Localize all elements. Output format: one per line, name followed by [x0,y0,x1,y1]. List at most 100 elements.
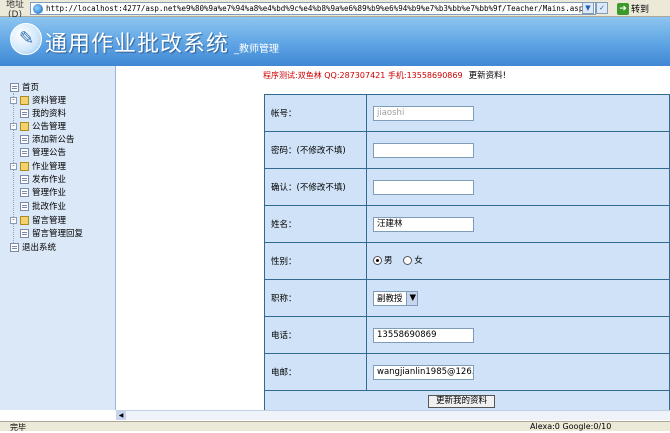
update-my-profile-button[interactable]: 更新我的资料 [428,395,496,408]
confirm-password-field[interactable] [373,179,474,195]
sidebar-item-home[interactable]: 首页 [10,81,39,93]
sidebar-item-publish-homework[interactable]: 发布作业 [20,173,66,185]
page-icon [20,134,29,144]
compat-icon[interactable]: ✓ [596,2,608,14]
sidebar-group-messages[interactable]: - 留言管理 [10,214,66,226]
page-icon [20,187,29,197]
folder-icon [20,215,29,225]
form-row-gender: 性别： 男 女 [264,242,670,280]
sidebar-item-grade-homework[interactable]: 批改作业 [20,200,66,212]
collapse-icon[interactable]: - [10,162,17,170]
address-bar: 地址(D) http://localhost:4277/asp.net%e9%8… [0,0,670,20]
content-frame: 程序测试:双鱼林 QQ:287307421 手机:13558690869 更新资… [256,66,670,410]
url-field[interactable]: http://localhost:4277/asp.net%e9%80%9a%e… [30,2,596,15]
form-row-confirm: 确认：(不修改不填) [264,168,670,206]
phone-field[interactable]: 13558690869 [373,327,474,343]
submit-row: 更新我的资料 [264,391,670,410]
sidebar-item-label: 留言管理 [32,216,67,226]
folder-icon [20,161,29,171]
title-label: 职称： [264,279,367,317]
contact-info: 程序测试:双鱼林 QQ:287307421 手机:13558690869 [263,70,463,80]
gender-female-label: 女 [414,256,423,267]
phone-label: 电话： [264,316,367,354]
sidebar-item-label: 资料管理 [32,96,67,106]
status-bar: 完毕 Alexa:0 Google:0/10 [0,421,670,432]
update-profile-link[interactable]: 更新资料! [469,69,506,81]
status-text: 完毕 [10,423,26,432]
radio-checked-icon [373,255,382,265]
sidebar-item-label: 批改作业 [32,202,67,212]
sidebar-group-homework[interactable]: - 作业管理 [10,160,66,172]
page-icon [20,147,29,157]
sidebar-item-label: 我的资料 [32,109,67,119]
title-select[interactable]: 副教授 ▼ [373,290,418,306]
radio-unchecked-icon [403,255,413,265]
sidebar-group-notices[interactable]: - 公告管理 [10,120,66,132]
go-label: 转到 [631,5,650,15]
folder-icon [20,121,29,131]
sidebar-item-label: 留言管理回复 [32,229,84,239]
sidebar-item-label: 添加新公告 [32,135,75,145]
account-field[interactable]: jiaoshi [373,105,474,121]
sidebar-item-manage-notices[interactable]: 管理公告 [20,146,66,158]
sidebar-group-profile[interactable]: - 资料管理 [10,94,66,106]
app-title: 通用作业批改系统 [45,32,230,57]
ie-page-icon [33,3,43,14]
go-arrow-icon: ➜ [617,2,629,15]
name-label: 姓名： [264,205,367,243]
info-line: 程序测试:双鱼林 QQ:287307421 手机:13558690869 更新资… [263,69,506,82]
gender-female-radio[interactable]: 女 [403,254,423,266]
go-button[interactable]: ➜ 转到 [617,1,649,16]
sidebar-item-logout[interactable]: 退出系统 [10,241,56,253]
dropdown-arrow-icon[interactable]: ▼ [582,2,594,14]
sidebar-item-label: 公告管理 [32,122,67,132]
gender-label: 性别： [264,242,367,280]
collapse-icon[interactable]: - [10,96,17,104]
form-row-account: 帐号： jiaoshi [264,94,670,132]
folder-icon [20,95,29,105]
logo-icon: ✎ [10,23,42,55]
sidebar-item-my-profile[interactable]: 我的资料 [20,107,66,119]
page-icon [20,174,29,184]
sidebar-item-label: 发布作业 [32,175,67,185]
page-icon [20,228,29,238]
account-label: 帐号： [264,94,367,132]
form-row-password: 密码：(不修改不填) [264,131,670,169]
status-ranking: Alexa:0 Google:0/10 [530,422,612,431]
profile-form: 帐号： jiaoshi 密码：(不修改不填) 确认：(不修改不填) 姓名： 汪建… [264,94,670,391]
scroll-left-icon[interactable]: ◀ [116,411,126,420]
sidebar-item-label: 首页 [22,83,40,93]
sidebar-item-label: 退出系统 [22,243,57,253]
page-icon [20,108,29,118]
sidebar-item-add-notice[interactable]: 添加新公告 [20,133,75,145]
form-row-phone: 电话： 13558690869 [264,316,670,354]
confirm-label: 确认：(不修改不填) [264,168,367,206]
page-icon [10,82,19,92]
email-label: 电邮： [264,353,367,391]
frame-gap [116,66,256,410]
title-selected-value: 副教授 [377,294,403,304]
sidebar-item-label: 作业管理 [32,162,67,172]
sidebar-item-label: 管理公告 [32,148,67,158]
sidebar-nav: 首页 - 资料管理 我的资料 - 公告管理 添加新公告 管理公告 - 作业管理 … [0,66,116,410]
gender-male-label: 男 [384,256,393,267]
header-banner: ✎ 通用作业批改系统 _教师管理 [0,17,670,66]
chevron-down-icon: ▼ [405,291,417,305]
form-row-title: 职称： 副教授 ▼ [264,279,670,317]
app-subtitle: _教师管理 [234,44,279,55]
form-row-name: 姓名： 汪建林 [264,205,670,243]
collapse-icon[interactable]: - [10,216,17,224]
sidebar-item-manage-homework[interactable]: 管理作业 [20,186,66,198]
page-icon [10,242,19,252]
email-field[interactable]: wangjianlin1985@126.com [373,364,474,380]
password-field[interactable] [373,142,474,158]
horizontal-scrollbar[interactable]: ◀ [116,410,670,420]
page-icon [20,201,29,211]
sidebar-item-label: 管理作业 [32,188,67,198]
collapse-icon[interactable]: - [10,122,17,130]
gender-male-radio[interactable]: 男 [373,254,393,266]
sidebar-item-reply-messages[interactable]: 留言管理回复 [20,227,83,239]
form-row-email: 电邮： wangjianlin1985@126.com [264,353,670,391]
password-label: 密码：(不修改不填) [264,131,367,169]
name-field[interactable]: 汪建林 [373,216,474,232]
